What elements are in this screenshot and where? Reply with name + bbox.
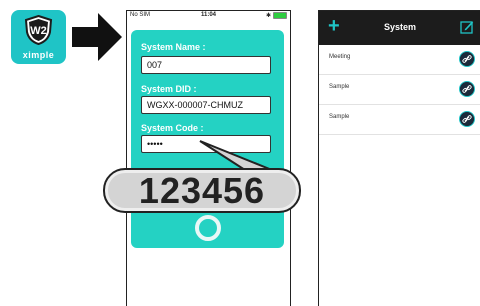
system-code-callout: 123456 — [103, 168, 301, 213]
list-item[interactable]: Sample — [319, 105, 480, 135]
status-bar: No SIM 11:04 ✱ — [127, 11, 290, 21]
battery-icon — [273, 12, 287, 19]
status-right: ✱ — [266, 12, 287, 19]
right-arrow-icon — [72, 13, 122, 61]
system-name-label: System Name : — [141, 42, 206, 52]
shield-logo-icon: W2 — [24, 15, 53, 45]
bluetooth-icon: ✱ — [265, 13, 271, 19]
edit-icon[interactable] — [460, 20, 474, 34]
link-icon[interactable] — [459, 51, 475, 67]
fingerprint-ring-icon[interactable] — [195, 215, 221, 241]
ximple-app-icon[interactable]: W2 ximple — [11, 10, 66, 64]
system-code-field[interactable]: ••••• — [141, 135, 271, 153]
list-item-name: Meeting — [329, 54, 351, 60]
phone-system-setup-screen: No SIM 11:04 ✱ System Name : 007 System … — [126, 10, 291, 306]
phone-system-list-screen: + System Meeting Sample Sample — [318, 10, 480, 306]
system-did-label: System DID : — [141, 84, 197, 94]
system-name-field[interactable]: 007 — [141, 56, 271, 74]
system-form-card: System Name : 007 System DID : WGXX-0000… — [131, 30, 284, 248]
system-code-label: System Code : — [141, 123, 204, 133]
list-item-name: Sample — [329, 114, 350, 120]
list-item[interactable]: Sample — [319, 75, 480, 105]
top-nav-bar: + System — [319, 11, 480, 45]
app-name-label: ximple — [22, 50, 55, 60]
page-title: System — [383, 22, 417, 32]
link-icon[interactable] — [459, 111, 475, 127]
list-item-name: Sample — [329, 84, 350, 90]
svg-text:W2: W2 — [30, 25, 47, 37]
link-icon[interactable] — [459, 81, 475, 97]
list-item[interactable]: Meeting — [319, 45, 480, 75]
system-did-field[interactable]: WGXX-000007-CHMUZ — [141, 96, 271, 114]
